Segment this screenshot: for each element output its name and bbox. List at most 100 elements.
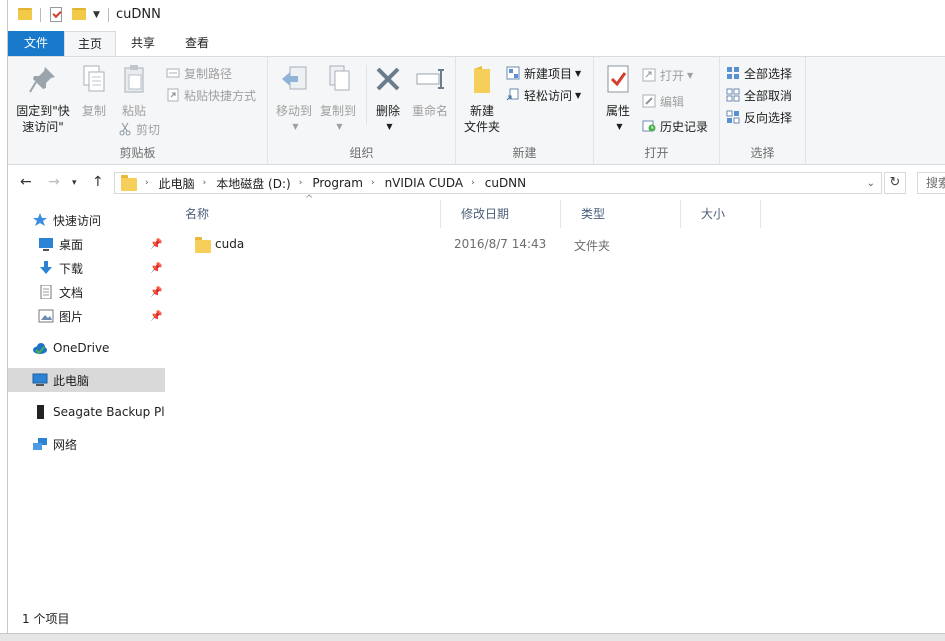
copy-to-icon <box>329 65 350 91</box>
select-all-label: 全部选择 <box>744 66 793 81</box>
move-to-button[interactable]: 移动到 ▼ <box>272 63 316 135</box>
folder-icon <box>18 8 32 20</box>
invert-selection-button[interactable]: 反向选择 <box>726 107 792 127</box>
copy-to-dropdown-icon: ▼ <box>336 122 343 131</box>
copy-to-button[interactable]: 复制到 ▼ <box>316 63 360 135</box>
tab-share[interactable]: 共享 <box>122 31 164 57</box>
clipboard-group: 固定到"快 速访问" 复制 粘贴 复制路径 粘贴快捷方式 剪切 剪贴板 <box>8 57 268 165</box>
easy-access-dropdown-icon: ▼ <box>575 90 582 100</box>
organize-group-label: 组织 <box>349 146 374 160</box>
breadcrumb-separator-icon[interactable]: › <box>145 178 149 188</box>
properties-quick-icon[interactable] <box>50 7 62 22</box>
rename-button[interactable]: 重命名 <box>408 63 452 119</box>
file-name: cuda <box>215 237 245 251</box>
address-dropdown-icon[interactable]: ⌄ <box>867 178 875 189</box>
separator <box>108 8 109 22</box>
breadcrumb-local-disk[interactable]: 本地磁盘 (D:) <box>216 175 290 192</box>
select-none-button[interactable]: 全部取消 <box>726 85 792 105</box>
paste-button[interactable]: 粘贴 <box>114 63 154 119</box>
nav-this-pc-label: 此电脑 <box>53 373 90 388</box>
scissors-icon <box>119 122 131 136</box>
nav-network[interactable]: 网络 <box>8 432 165 456</box>
nav-downloads[interactable]: 下载 📌 <box>8 256 165 280</box>
pin-label-line2: 速访问" <box>22 120 64 134</box>
pin-to-quick-access-button[interactable]: 固定到"快 速访问" <box>12 63 74 135</box>
pin-icon[interactable]: 📌 <box>150 263 162 274</box>
select-all-button[interactable]: 全部选择 <box>726 63 792 83</box>
folder-icon <box>195 237 211 253</box>
tab-home[interactable]: 主页 <box>64 31 116 57</box>
new-folder-button[interactable]: 新建 文件夹 <box>460 63 504 135</box>
nav-documents[interactable]: 文档 📌 <box>8 280 165 304</box>
file-modified: 2016/8/7 14:43 <box>454 237 547 251</box>
recent-locations-icon[interactable]: ▾ <box>72 178 77 188</box>
edit-icon <box>642 94 656 108</box>
cut-label: 剪切 <box>136 122 161 137</box>
navigation-pane: 快速访问 桌面 📌 下载 📌 文档 📌 图片 📌 OneDrive 此电脑 Se… <box>8 200 165 605</box>
breadcrumb-separator-icon[interactable]: › <box>299 178 303 188</box>
nav-this-pc[interactable]: 此电脑 <box>8 368 165 392</box>
nav-desktop[interactable]: 桌面 📌 <box>8 232 165 256</box>
nav-pictures[interactable]: 图片 📌 <box>8 304 165 328</box>
column-header-name[interactable]: 名称 <box>165 200 441 228</box>
forward-arrow-icon[interactable]: → <box>48 174 60 190</box>
pin-icon[interactable]: 📌 <box>150 311 162 322</box>
edit-label: 编辑 <box>660 94 685 109</box>
copy-label: 复制 <box>81 104 106 118</box>
breadcrumb-separator-icon[interactable]: › <box>371 178 375 188</box>
new-folder-label-line2: 文件夹 <box>463 120 500 134</box>
new-group: 新建 文件夹 新建项目 ▼ 轻松访问 ▼ 新建 <box>456 57 594 165</box>
breadcrumb-cudnn[interactable]: cuDNN <box>485 176 526 190</box>
breadcrumb-separator-icon[interactable]: › <box>203 178 207 188</box>
new-folder-label-line1: 新建 <box>469 104 494 118</box>
network-icon <box>33 438 47 450</box>
properties-label: 属性 <box>605 104 630 118</box>
new-folder-quick-icon[interactable] <box>72 8 86 20</box>
file-type: 文件夹 <box>574 239 611 253</box>
ribbon-tabs: 文件 主页 共享 查看 <box>8 31 945 57</box>
nav-onedrive[interactable]: OneDrive <box>8 336 165 360</box>
back-arrow-icon[interactable]: ← <box>20 174 32 190</box>
breadcrumb-separator-icon[interactable]: › <box>471 178 475 188</box>
select-group: 全部选择 全部取消 反向选择 选择 <box>720 57 806 165</box>
edit-button[interactable]: 编辑 <box>642 91 684 111</box>
history-button[interactable]: 历史记录 <box>642 116 708 136</box>
tab-file[interactable]: 文件 <box>8 31 64 57</box>
breadcrumb-nvidia-cuda[interactable]: nVIDIA CUDA <box>385 176 464 190</box>
open-button[interactable]: 打开 ▼ <box>642 65 693 85</box>
delete-button[interactable]: 删除 ▼ <box>370 63 406 135</box>
nav-quick-access-label: 快速访问 <box>53 213 102 228</box>
move-to-label: 移动到 <box>275 104 312 118</box>
nav-seagate-drive[interactable]: Seagate Backup Plu <box>8 400 165 424</box>
tab-view[interactable]: 查看 <box>176 31 218 57</box>
breadcrumb-this-pc[interactable]: 此电脑 <box>159 175 195 192</box>
nav-downloads-label: 下载 <box>59 261 84 276</box>
nav-quick-access[interactable]: 快速访问 <box>8 208 165 232</box>
pin-icon[interactable]: 📌 <box>150 239 162 250</box>
new-item-button[interactable]: 新建项目 ▼ <box>506 63 581 83</box>
refresh-icon[interactable]: ↻ <box>884 172 906 194</box>
paste-shortcut-button[interactable]: 粘贴快捷方式 <box>166 85 256 105</box>
select-none-label: 全部取消 <box>744 88 793 103</box>
properties-button[interactable]: 属性 ▼ <box>598 63 638 135</box>
rename-icon <box>416 69 444 89</box>
easy-access-icon <box>506 88 519 101</box>
quick-access-toolbar-dropdown-icon[interactable]: ▼ <box>93 10 100 20</box>
column-header-size[interactable]: 大小 <box>681 200 761 228</box>
address-bar[interactable]: › 此电脑 › 本地磁盘 (D:) › Program › nVIDIA CUD… <box>114 172 882 194</box>
cut-button[interactable]: 剪切 <box>118 119 160 139</box>
title-bar: ▼ cuDNN <box>8 0 945 31</box>
table-row[interactable]: cuda 2016/8/7 14:43 文件夹 <box>181 234 741 256</box>
search-input[interactable]: 搜索 <box>917 172 945 194</box>
copy-button[interactable]: 复制 <box>74 63 114 119</box>
nav-documents-label: 文档 <box>59 285 84 300</box>
copy-path-button[interactable]: 复制路径 <box>166 63 232 83</box>
up-arrow-icon[interactable]: ↑ <box>92 174 104 190</box>
breadcrumb-program[interactable]: Program <box>312 176 363 190</box>
easy-access-button[interactable]: 轻松访问 ▼ <box>506 85 581 105</box>
pin-icon[interactable]: 📌 <box>150 287 162 298</box>
new-folder-icon <box>474 66 490 93</box>
column-header-type[interactable]: 类型 <box>561 200 681 228</box>
computer-icon <box>32 373 48 386</box>
column-header-modified[interactable]: 修改日期 <box>441 200 561 228</box>
